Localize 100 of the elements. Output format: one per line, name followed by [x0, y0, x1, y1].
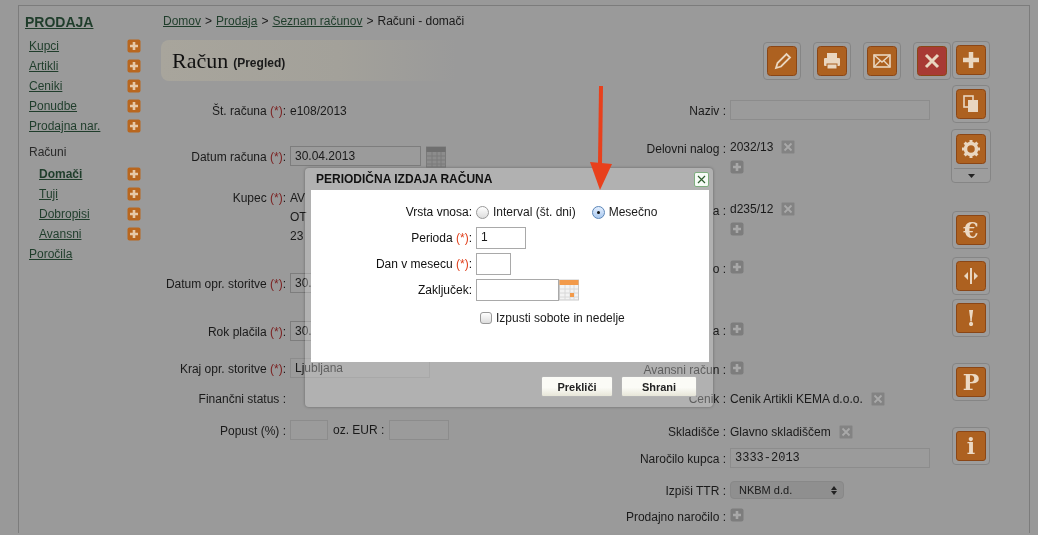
sidebar-link[interactable]: Tuji: [39, 187, 58, 201]
add-icon[interactable]: [127, 167, 141, 181]
add-icon[interactable]: [127, 119, 141, 133]
add-icon[interactable]: [127, 187, 141, 201]
field-label: a :: [712, 204, 726, 218]
add-icon[interactable]: [730, 260, 744, 274]
field-label: o :: [712, 262, 726, 276]
select-field[interactable]: NKBM d.d.: [730, 481, 844, 499]
field-label: Prodajno naročilo :: [625, 510, 726, 524]
sidebar-link[interactable]: Avansni: [39, 227, 82, 241]
envelope-icon: [867, 46, 897, 76]
gear-icon: [956, 134, 986, 164]
copy-button[interactable]: [952, 85, 990, 123]
add-icon[interactable]: [730, 160, 744, 174]
breadcrumb-link[interactable]: Domov: [163, 14, 201, 32]
field-label: Datum računa (*):: [191, 150, 286, 164]
field-label: Finančni status :: [198, 392, 286, 406]
linked-document: 2032/13: [730, 140, 774, 154]
field-label: Dan v mesecu (*):: [375, 257, 472, 271]
input-field[interactable]: 3333-2013: [730, 448, 930, 468]
add-icon[interactable]: [127, 207, 141, 221]
sidebar-link[interactable]: Domači: [39, 167, 83, 181]
remove-icon[interactable]: [781, 140, 796, 154]
plus-icon: [956, 45, 986, 75]
add-icon[interactable]: [730, 222, 744, 236]
breadcrumb-separator: >: [261, 14, 269, 30]
sidebar-link[interactable]: Računi: [29, 145, 67, 159]
close-icon: [917, 46, 947, 76]
delete-button[interactable]: [913, 42, 951, 80]
add-icon[interactable]: [127, 39, 141, 53]
field-label: Kraj opr. storitve (*):: [179, 362, 286, 376]
pencil-icon: [767, 46, 797, 76]
field-label: Naročilo kupca :: [639, 452, 726, 466]
add-icon[interactable]: [127, 79, 141, 93]
field-label: Vrsta vnosa:: [405, 205, 472, 219]
breadcrumb-separator: >: [366, 14, 374, 30]
field-value: Glavno skladiščem: [730, 425, 831, 439]
field-label: Skladišče :: [667, 425, 726, 439]
sidebar-link[interactable]: Prodajna nar.: [29, 119, 101, 133]
email-button[interactable]: [863, 42, 901, 80]
section-title: PRODAJA: [25, 14, 94, 30]
field-label: Naziv :: [689, 104, 726, 118]
address-line: OT: [290, 210, 307, 224]
field-value: e108/2013: [290, 103, 347, 118]
save-button[interactable]: Shrani: [621, 376, 697, 397]
add-icon[interactable]: [730, 508, 744, 522]
date-field[interactable]: [476, 279, 559, 301]
field-label: Perioda (*):: [411, 231, 472, 245]
sidebar-link[interactable]: Artikli: [29, 59, 59, 73]
settings-menu[interactable]: [951, 129, 991, 183]
split-button[interactable]: [952, 257, 990, 295]
add-button[interactable]: [952, 41, 990, 79]
split-arrows-icon: [956, 261, 986, 291]
field-label: Izpiši TTR :: [665, 484, 726, 498]
date-field[interactable]: 30.04.2013: [290, 146, 421, 166]
print-button[interactable]: [813, 42, 851, 80]
address-line: AV: [290, 191, 307, 205]
address-line: 23: [290, 229, 305, 243]
field-label: Datum opr. storitve (*):: [165, 277, 286, 291]
sidebar-link[interactable]: Poročila: [29, 247, 73, 261]
linked-document: d235/12: [730, 202, 774, 216]
page-subtitle: (Pregled): [233, 55, 286, 70]
field-label: oz. EUR :: [333, 423, 385, 437]
add-icon[interactable]: [730, 322, 744, 336]
cancel-button[interactable]: Prekliči: [541, 376, 613, 397]
remove-icon[interactable]: [838, 425, 853, 439]
field-label: Št. računa (*):: [211, 104, 286, 118]
edit-button[interactable]: [763, 42, 801, 80]
field-label: Rok plačila (*):: [207, 325, 286, 339]
breadcrumb-current: Računi - domači: [377, 14, 465, 30]
sidebar-link[interactable]: Ponudbe: [29, 99, 78, 113]
radio-button[interactable]: [591, 205, 605, 219]
calendar-icon[interactable]: [426, 146, 446, 168]
caret-icon[interactable]: [967, 173, 975, 178]
breadcrumb-link[interactable]: Seznam računov: [272, 14, 363, 32]
input-field[interactable]: [476, 253, 511, 275]
page-title: Račun: [172, 47, 229, 74]
field-value: Cenik Artikli KEMA d.o.o.: [730, 392, 863, 406]
remove-icon[interactable]: [870, 392, 885, 406]
add-icon[interactable]: [127, 99, 141, 113]
add-icon[interactable]: [730, 361, 744, 375]
radio-button[interactable]: [476, 205, 489, 219]
add-icon[interactable]: [127, 227, 141, 241]
checkbox[interactable]: [480, 312, 492, 324]
sidebar-link[interactable]: Dobropisi: [39, 207, 90, 221]
remove-icon[interactable]: [781, 202, 796, 216]
breadcrumb-link[interactable]: Prodaja: [216, 14, 258, 32]
field-label: Delovni nalog :: [646, 142, 726, 156]
radio-label: Mesečno: [608, 205, 658, 219]
sidebar-link[interactable]: Kupci: [29, 39, 60, 53]
add-icon[interactable]: [127, 59, 141, 73]
checkbox-label: Izpusti sobote in nedelje: [496, 311, 625, 325]
printer-icon: [817, 46, 847, 76]
spinner-icon: [831, 485, 837, 495]
radio-label: Interval (št. dni): [493, 205, 576, 219]
input-field[interactable]: 1: [476, 227, 526, 249]
field-label: Avansni račun :: [643, 363, 726, 377]
close-icon: [697, 174, 706, 184]
calendar-icon[interactable]: [559, 279, 579, 301]
sidebar-link[interactable]: Ceniki: [29, 79, 63, 93]
